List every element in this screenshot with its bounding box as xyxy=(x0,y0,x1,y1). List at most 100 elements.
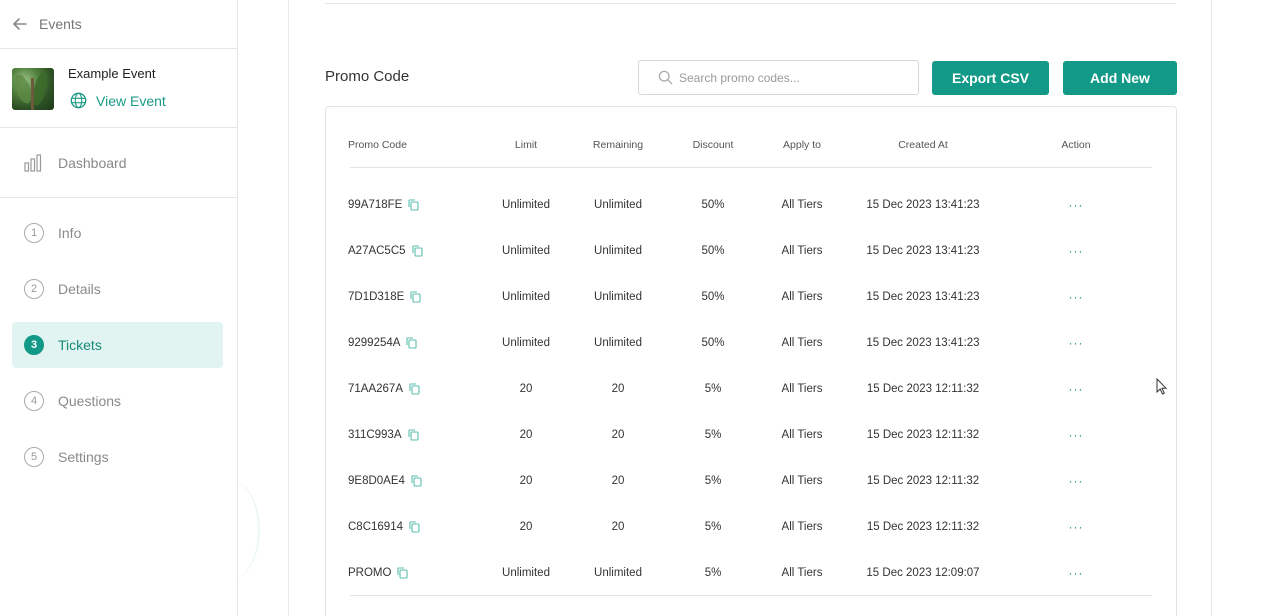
more-actions-button[interactable]: ··· xyxy=(1069,428,1084,442)
promo-code-cell: 311C993A xyxy=(348,429,419,441)
sidebar-item-questions[interactable]: 4 Questions xyxy=(12,378,223,424)
limit-cell: Unlimited xyxy=(502,199,550,211)
search-icon xyxy=(658,70,673,85)
column-header: Promo Code xyxy=(348,139,407,151)
step-label: Settings xyxy=(58,449,109,465)
promo-code: C8C16914 xyxy=(348,521,403,533)
more-actions-button[interactable]: ··· xyxy=(1069,520,1084,534)
copy-icon[interactable] xyxy=(409,383,420,395)
sidebar-item-details[interactable]: 2 Details xyxy=(12,266,223,312)
discount-cell: 50% xyxy=(701,291,725,303)
remaining-cell: Unlimited xyxy=(594,199,642,211)
arrow-left-icon xyxy=(13,18,27,30)
dashboard-label: Dashboard xyxy=(58,154,127,171)
table-row: PROMO Unlimited Unlimited 5% All Tiers 15 Dec… xyxy=(326,550,1178,596)
apply-to-cell: All Tiers xyxy=(781,245,823,257)
table-row: 7D1D318E Unlimited Unlimited 50% All Tiers 15… xyxy=(326,274,1178,320)
copy-icon[interactable] xyxy=(397,567,409,579)
limit-cell: 20 xyxy=(519,521,533,533)
created-at-cell: 15 Dec 2023 13:41:23 xyxy=(866,245,980,257)
step-number: 1 xyxy=(24,223,44,243)
remaining-cell: Unlimited xyxy=(594,291,642,303)
apply-to-cell: All Tiers xyxy=(781,291,823,303)
search-box[interactable] xyxy=(638,60,919,95)
limit-cell: Unlimited xyxy=(502,567,550,579)
remaining-cell: Unlimited xyxy=(594,245,642,257)
step-nav: 1 Info 2 Details 3 Tickets 4 Questions 5… xyxy=(0,198,237,480)
limit-cell: 20 xyxy=(519,475,533,487)
copy-icon[interactable] xyxy=(411,475,422,487)
table-row: 9E8D0AE4 20 20 5% All Tiers 15 Dec 2023 12:11… xyxy=(326,458,1178,504)
divider xyxy=(350,595,1152,596)
more-actions-button[interactable]: ··· xyxy=(1069,566,1084,580)
created-at-cell: 15 Dec 2023 13:41:23 xyxy=(866,337,980,349)
promo-code: 9299254A xyxy=(348,337,401,349)
copy-icon[interactable] xyxy=(406,337,418,349)
created-at-cell: 15 Dec 2023 12:11:32 xyxy=(866,475,980,487)
bar-chart-icon xyxy=(24,153,42,172)
remaining-cell: Unlimited xyxy=(594,567,642,579)
more-actions-button[interactable]: ··· xyxy=(1069,336,1084,350)
table-row: A27AC5C5 Unlimited Unlimited 50% All Tiers 15… xyxy=(326,228,1178,274)
copy-icon[interactable] xyxy=(409,521,420,533)
column-header: Action xyxy=(1061,139,1091,151)
mouse-cursor-icon xyxy=(1156,378,1168,395)
promo-code: 71AA267A xyxy=(348,383,403,395)
remaining-cell: 20 xyxy=(611,429,625,441)
remaining-cell: 20 xyxy=(611,475,625,487)
more-actions-button[interactable]: ··· xyxy=(1069,290,1084,304)
limit-cell: 20 xyxy=(519,429,533,441)
divider xyxy=(325,3,1176,4)
sidebar-item-tickets[interactable]: 3 Tickets xyxy=(12,322,223,368)
sidebar-item-info[interactable]: 1 Info xyxy=(12,210,223,256)
copy-icon[interactable] xyxy=(407,429,419,441)
table-row: 9299254A Unlimited Unlimited 50% All Tiers 15… xyxy=(326,320,1178,366)
apply-to-cell: All Tiers xyxy=(781,475,823,487)
add-new-button[interactable]: Add New xyxy=(1063,61,1177,95)
export-csv-button[interactable]: Export CSV xyxy=(932,61,1049,95)
more-actions-button[interactable]: ··· xyxy=(1069,382,1084,396)
promo-table: Promo Code Limit Remaining Discount Apply to… xyxy=(325,106,1177,616)
table-row: C8C16914 20 20 5% All Tiers 15 Dec 2023 12:11… xyxy=(326,504,1178,550)
back-to-events-link[interactable]: Events xyxy=(0,0,237,49)
promo-code: 7D1D318E xyxy=(348,291,405,303)
copy-icon[interactable] xyxy=(410,291,421,303)
promo-code-cell: C8C16914 xyxy=(348,521,420,533)
event-thumbnail xyxy=(12,68,54,110)
created-at-cell: 15 Dec 2023 12:11:32 xyxy=(866,429,980,441)
copy-icon[interactable] xyxy=(408,199,419,211)
apply-to-cell: All Tiers xyxy=(781,383,823,395)
step-label: Questions xyxy=(58,393,122,409)
promo-code: 9E8D0AE4 xyxy=(348,475,405,487)
sidebar-item-settings[interactable]: 5 Settings xyxy=(12,434,223,480)
more-actions-button[interactable]: ··· xyxy=(1069,198,1084,212)
discount-cell: 50% xyxy=(701,245,725,257)
section-title: Promo Code xyxy=(325,68,410,85)
table-row: 99A718FE Unlimited Unlimited 50% All Tiers 15… xyxy=(326,182,1178,228)
sidebar-item-dashboard[interactable]: Dashboard xyxy=(0,128,237,198)
sidebar: Events Example Event View Event Dashboar… xyxy=(0,0,260,616)
more-actions-button[interactable]: ··· xyxy=(1069,474,1084,488)
limit-cell: Unlimited xyxy=(502,291,550,303)
back-label: Events xyxy=(39,16,82,32)
more-actions-button[interactable]: ··· xyxy=(1069,244,1084,258)
promo-code-cell: PROMO xyxy=(348,567,409,579)
table-header: Promo Code Limit Remaining Discount Apply to… xyxy=(348,125,1152,168)
limit-cell: Unlimited xyxy=(502,337,550,349)
apply-to-cell: All Tiers xyxy=(781,199,823,211)
discount-cell: 50% xyxy=(701,337,725,349)
discount-cell: 50% xyxy=(701,199,725,211)
search-input[interactable] xyxy=(679,70,899,85)
created-at-cell: 15 Dec 2023 12:09:07 xyxy=(866,567,980,579)
step-label: Details xyxy=(58,281,101,297)
apply-to-cell: All Tiers xyxy=(781,567,823,579)
view-event-label: View Event xyxy=(96,92,166,109)
main-content: Promo Code Export CSV Add New Promo Code… xyxy=(288,0,1212,616)
step-number: 4 xyxy=(24,391,44,411)
view-event-link[interactable]: View Event xyxy=(70,92,166,109)
column-header: Limit xyxy=(514,139,538,151)
step-number: 2 xyxy=(24,279,44,299)
discount-cell: 5% xyxy=(704,567,722,579)
step-number: 5 xyxy=(24,447,44,467)
copy-icon[interactable] xyxy=(411,245,423,257)
